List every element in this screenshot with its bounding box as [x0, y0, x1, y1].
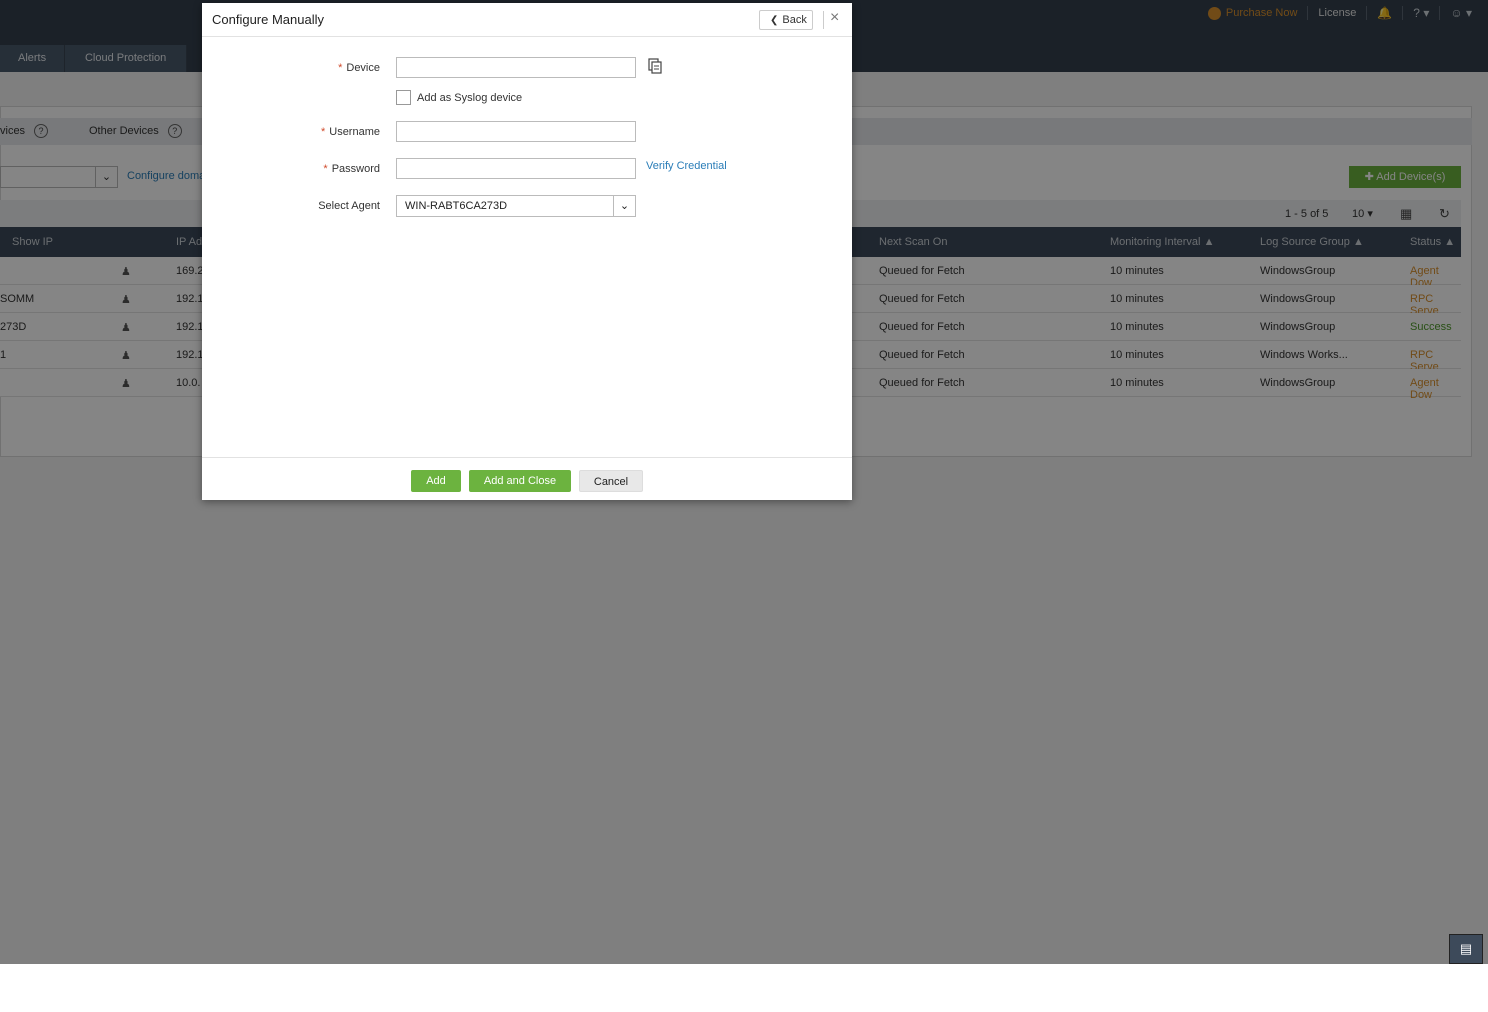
required-marker: * [338, 62, 343, 74]
device-picker-icon[interactable] [648, 58, 662, 74]
device-label: * Device [260, 62, 380, 74]
device-label-text: Device [346, 62, 380, 74]
syslog-option[interactable]: Add as Syslog device [396, 90, 522, 105]
password-label: * Password [260, 163, 380, 175]
back-button[interactable]: ❮ Back [759, 10, 813, 30]
verify-credential-link[interactable]: Verify Credential [646, 160, 727, 172]
add-and-close-button[interactable]: Add and Close [469, 470, 571, 492]
chevron-down-icon: ⌄ [613, 196, 635, 216]
dialog-title: Configure Manually [212, 12, 325, 27]
divider [823, 11, 824, 29]
chat-icon: ▤ [1459, 941, 1473, 956]
device-input[interactable] [396, 57, 636, 78]
required-marker: * [323, 163, 328, 175]
add-button[interactable]: Add [411, 470, 461, 492]
chevron-left-icon: ❮ [770, 15, 779, 26]
dialog-header: Configure Manually ❮ Back × [202, 3, 852, 37]
configure-manually-dialog: Configure Manually ❮ Back × * Device Add a… [202, 3, 852, 500]
agent-label: Select Agent [318, 200, 380, 212]
back-label: Back [782, 14, 807, 26]
required-marker: * [320, 126, 326, 138]
close-icon[interactable]: × [830, 9, 839, 27]
username-label: * Username [260, 126, 380, 138]
password-input[interactable] [396, 158, 636, 179]
dialog-footer: Add Add and Close Cancel [202, 457, 852, 500]
syslog-checkbox[interactable] [396, 90, 411, 105]
password-label-text: Password [331, 163, 380, 175]
username-input[interactable] [396, 121, 636, 142]
cancel-button[interactable]: Cancel [579, 470, 643, 492]
app-root: Purchase Now License 🔔 ? ▾ ☺ ▾ Alerts Cl… [0, 0, 1488, 964]
chat-button[interactable]: ▤ [1449, 934, 1483, 964]
agent-select-value: WIN-RABT6CA273D [405, 200, 508, 212]
username-label-text: Username [329, 126, 380, 138]
agent-select[interactable]: WIN-RABT6CA273D ⌄ [396, 195, 636, 217]
syslog-label: Add as Syslog device [417, 91, 523, 104]
